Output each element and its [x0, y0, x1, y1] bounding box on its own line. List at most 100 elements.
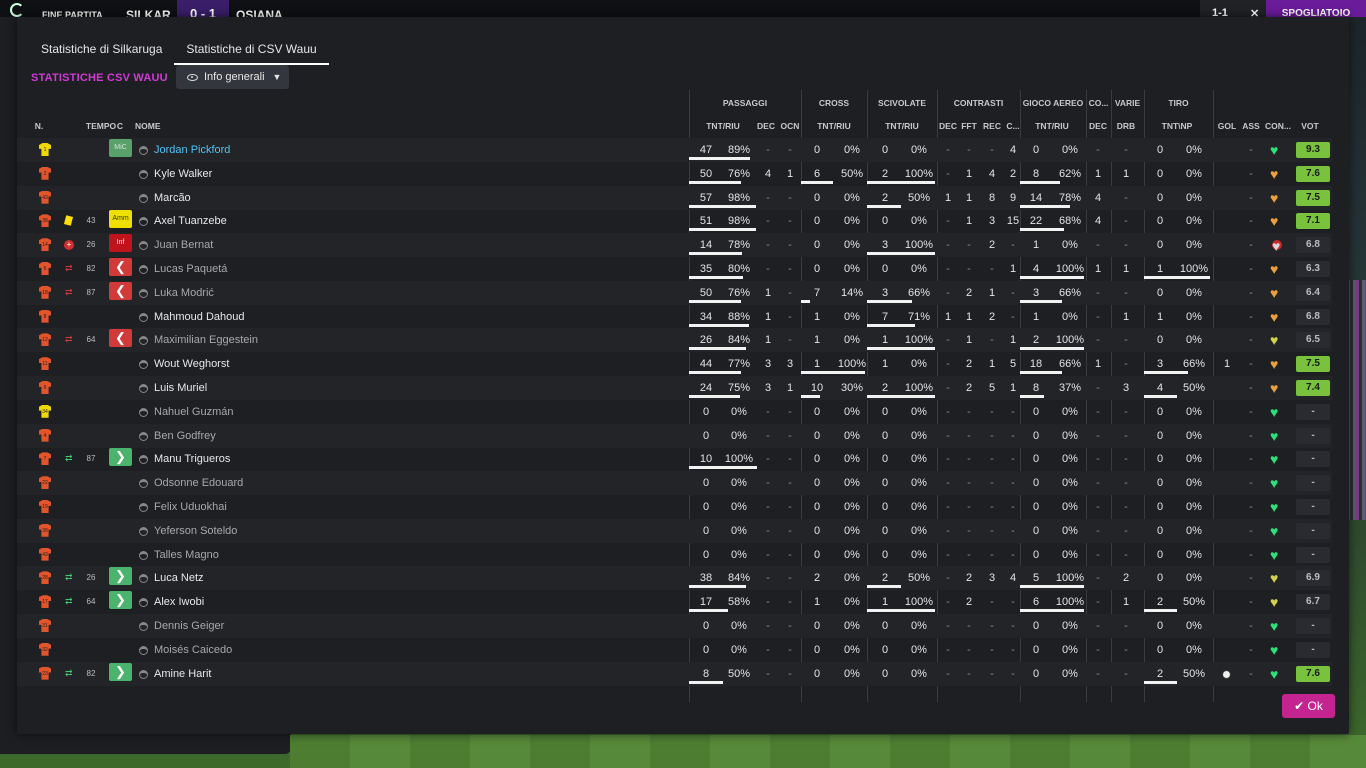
player-name[interactable]: Odsonne Edouard [154, 471, 243, 495]
table-row[interactable]: 19 Felix Uduokhai 0 0% - - 0 0% 0 0% - - - - 0 0% - - 0 0% -… [17, 495, 1332, 519]
substitution-icon: ⇄ [65, 572, 73, 583]
player-name[interactable]: Jordan Pickford [154, 138, 230, 162]
column-header[interactable]: ASS [1239, 121, 1263, 131]
dressing-room-button[interactable]: SPOGLIATOIO [1266, 0, 1366, 19]
passes-attempted: 0 [702, 405, 710, 418]
player-name[interactable]: Mahmoud Dahoud [154, 305, 245, 329]
table-row[interactable]: 12 ⇄ 64 ❮ Maximilian Eggestein 26 84% 1-1 0% 1 100… [17, 328, 1332, 353]
headers-pct: 0% [1062, 405, 1078, 418]
table-row[interactable]: 22 Odsonne Edouard 0 0% - - 0 0% 0 0% - - - - 0 0% - - 0 0%… [17, 471, 1332, 496]
fouls: 1 [965, 191, 973, 204]
table-row[interactable]: 4 Ben Godfrey 0 0% - - 0 0% 0 0% - - - - 0 0% - - 0 0% - - [17, 423, 1332, 448]
player-name[interactable]: Dennis Geiger [154, 614, 224, 638]
player-name[interactable]: Moisés Caicedo [154, 638, 232, 662]
success-rate-bar [689, 347, 747, 351]
table-row[interactable]: 38 43 Amm Axel Tuanzebe 51 98% - -0 0% 0 0% -1 3 15 22… [17, 209, 1332, 233]
column-header[interactable]: TNT\NP [1147, 121, 1207, 131]
passes-completed-pct: 0% [731, 501, 747, 513]
success-rate-bar [867, 323, 916, 327]
table-row[interactable]: 38 Yeferson Soteldo 0 0% - - 0 0% 0 0% - - - - 0 0% - - 0 0… [17, 518, 1332, 543]
column-header[interactable]: TNT/RIU [877, 121, 927, 131]
player-name[interactable]: Lucas Paquetá [154, 257, 227, 281]
player-name[interactable]: Luca Netz [154, 566, 204, 590]
table-row[interactable]: 8 Mahmoud Dahoud 34 88% 1-1 0% 7 71% 1 1 2-1 0% -1 1 0… [17, 305, 1332, 329]
success-rate-bar [867, 395, 935, 398]
player-name[interactable]: Luka Modrić [154, 281, 214, 305]
table-row[interactable]: 43 Talles Magno 0 0% - - 0 0% 0 0% - - - - 0 0% - - 0 0% - - [17, 543, 1332, 567]
match-controls[interactable]: 1-1 ✕ [1200, 0, 1266, 20]
chances-created: - [788, 501, 792, 513]
ok-button[interactable]: ✔ Ok [1282, 694, 1335, 718]
dribbles: - [1124, 453, 1128, 466]
player-name[interactable]: Yeferson Soteldo [154, 519, 237, 543]
tab-away-stats[interactable]: Statistiche di CSV Wauu [174, 35, 329, 65]
player-name[interactable]: Alex Iwobi [154, 590, 204, 614]
player-name[interactable]: Luis Muriel [154, 376, 207, 400]
player-name[interactable]: Amine Harit [154, 662, 211, 686]
table-row[interactable]: 14 +26 Inf Juan Bernat 14 78% - -0 0% 3 100% - -2-1 0… [17, 233, 1332, 258]
tab-home-stats[interactable]: Statistiche di Silkaruga [29, 35, 174, 65]
player-avatar-icon [139, 336, 148, 346]
tackles-attempted: 0 [881, 144, 889, 156]
assists: - [1249, 524, 1253, 537]
player-name[interactable]: Axel Tuanzebe [154, 209, 227, 233]
table-row[interactable]: 11 Wout Weghorst 44 77% 3 3 1 100% 1 0% -2 1 5 18 66% 1… [17, 352, 1332, 376]
table-row[interactable]: 28 ⇄ 26 ❯ Luca Netz 38 84% - -2 0% 2 50% -2 3 4 5 100% -2… [17, 566, 1332, 591]
column-header[interactable]: N. [25, 121, 53, 131]
player-name[interactable]: Juan Bernat [154, 233, 213, 257]
column-header[interactable]: DEC [1087, 121, 1109, 131]
player-name[interactable]: Maximilian Eggestein [154, 328, 258, 352]
passes-attempted: 0 [702, 620, 710, 632]
crosses-pct: 0% [844, 191, 860, 204]
column-header[interactable]: OCN [779, 121, 801, 131]
crosses-attempted: 0 [813, 643, 821, 656]
column-header[interactable]: TNT/RIU [807, 121, 861, 131]
table-row[interactable]: 2 Kyle Walker 50 76% 4 1 6 50% 2 100% -1 4 2 8 62% 1 1 0 0… [17, 162, 1332, 186]
column-header[interactable]: TNT/RIU [692, 121, 754, 131]
player-name[interactable]: Wout Weghorst [154, 352, 229, 376]
column-header[interactable]: GOL [1215, 121, 1239, 131]
column-header[interactable]: DRB [1113, 121, 1139, 131]
table-row[interactable]: 31 Dennis Geiger 0 0% - - 0 0% 0 0% - - - - 0 0% - - 0 0% - - [17, 614, 1332, 638]
column-header[interactable]: CON... [1263, 121, 1293, 131]
crosses-attempted: 7 [813, 286, 821, 299]
column-header[interactable]: DEC [755, 121, 777, 131]
headers-attempted: 0 [1032, 620, 1040, 632]
table-row[interactable]: 23 ⇄ 82 ❯ Amine Harit 8 50% - -0 0% 0 0% - - - -0 0% - -2 5… [17, 661, 1332, 686]
view-dropdown[interactable]: Info generali ▼ [176, 65, 289, 89]
table-row[interactable]: 17 ⇄ 64 ❯ Alex Iwobi 17 58% - -1 0% 1 100% -2- -6 100%… [17, 590, 1332, 614]
player-name[interactable]: Ben Godfrey [154, 424, 216, 448]
column-header[interactable]: DEC [937, 121, 959, 131]
column-header[interactable]: VOT [1297, 121, 1323, 131]
column-header[interactable]: C [109, 121, 131, 131]
match-rating: - [1296, 499, 1330, 515]
co-dec: - [1096, 477, 1100, 490]
key-passes: - [766, 501, 770, 513]
column-header[interactable]: NOME [135, 121, 175, 131]
player-name[interactable]: Kyle Walker [154, 162, 212, 186]
player-name[interactable]: Felix Uduokhai [154, 495, 227, 519]
table-row[interactable]: 7 ⇄ 87 ❯ Manu Trigueros 10 100% - -0 0% 0 0% - - - -0 0%… [17, 447, 1332, 471]
position-badge: MiC [109, 139, 132, 157]
player-name[interactable]: Marcão [154, 186, 191, 210]
table-row[interactable]: 34 Nahuel Guzmán 0 0% - - 0 0% 0 0% - - - - 0 0% - - 0 0% - - [17, 400, 1332, 424]
column-header[interactable]: REC [981, 121, 1003, 131]
table-row[interactable]: 32 Moisés Caicedo 0 0% - - 0 0% 0 0% - - - - 0 0% - - 0 0% -… [17, 638, 1332, 662]
table-row[interactable]: 9 Luis Muriel 24 75% 3 1 10 30% 2 100% -2 5 1 8 37% -3 4… [17, 376, 1332, 400]
group-header: CROSS [818, 98, 850, 108]
co-dec: - [1096, 144, 1100, 156]
table-row[interactable]: 43Marcão5798%--00%250%11891478%4-00%-7.5 [17, 185, 1332, 210]
table-row[interactable]: 18 ⇄ 87 ❮ Luka Modrić 50 76% 1-7 14% 3 66% -2 1-3 66%… [17, 280, 1332, 305]
ok-label: Ok [1307, 699, 1323, 713]
column-header[interactable]: C... [1003, 121, 1023, 131]
column-header[interactable]: FFT [958, 121, 980, 131]
recoveries: - [990, 334, 994, 347]
table-row[interactable]: 6 ⇄ 82 ❮ Lucas Paquetá 35 80% - -0 0% 0 0% - - -1 4 100%… [17, 257, 1332, 281]
player-name[interactable]: Talles Magno [154, 543, 219, 567]
tackles-pct: 0% [911, 620, 927, 632]
player-name[interactable]: Nahuel Guzmán [154, 400, 234, 424]
table-row[interactable]: 1 MiC Jordan Pickford 47 89% - -0 0% 0 0% - - -4 0 0% -… [17, 138, 1332, 162]
player-name[interactable]: Manu Trigueros [154, 447, 230, 471]
column-header[interactable]: TNT/RIU [1022, 121, 1082, 131]
minute: 87 [86, 287, 96, 297]
